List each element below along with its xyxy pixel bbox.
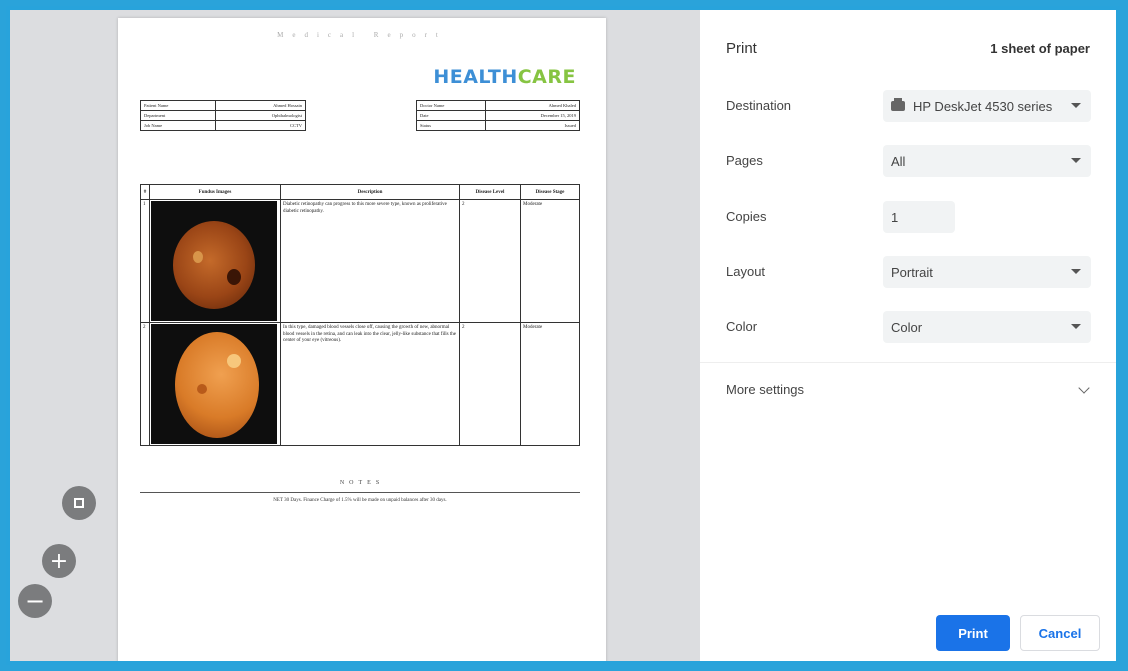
- print-settings-panel: Print 1 sheet of paper Destination HP De…: [700, 10, 1116, 661]
- column-header: Disease Level: [459, 184, 521, 200]
- healthcare-logo: HEALTHCARE: [433, 66, 576, 88]
- panel-title: Print: [726, 40, 757, 57]
- destination-label: Destination: [726, 98, 792, 113]
- copies-label: Copies: [726, 209, 767, 224]
- row-disease-stage: Moderate: [520, 199, 580, 323]
- pages-select[interactable]: All: [883, 145, 1091, 177]
- color-label: Color: [726, 319, 758, 334]
- doctor-info-table: Doctor Name Ahmed Khaled Date December 15,…: [415, 100, 580, 131]
- column-header: Description: [280, 184, 460, 200]
- zoom-in-icon[interactable]: +: [42, 544, 76, 578]
- printer-icon: [891, 98, 905, 111]
- fundus-table: # Fundus Images Description Disease Leve…: [140, 184, 580, 446]
- pages-value: All: [891, 153, 906, 169]
- print-dialog: Medical Report HEALTHCARE Patient Name Ah…: [6, 6, 1120, 665]
- print-preview: Medical Report HEALTHCARE Patient Name Ah…: [10, 10, 700, 661]
- destination-select[interactable]: HP DeskJet 4530 series: [883, 90, 1091, 122]
- column-header: #: [140, 184, 150, 200]
- info-value: CCTV: [215, 120, 306, 131]
- fundus-image-cell: [149, 199, 281, 323]
- table-row: 2 In this type, damaged blood vessels cl…: [140, 322, 580, 446]
- chevron-down-icon: [1071, 158, 1081, 163]
- row-description: Diabetic retinopathy can progress to thi…: [280, 199, 460, 323]
- info-value: Issued: [485, 120, 580, 131]
- report-title: Medical Report: [277, 31, 447, 39]
- color-value: Color: [891, 319, 923, 335]
- fundus-image: [151, 201, 277, 321]
- table-row: 1 Diabetic retinopathy can progress to t…: [140, 199, 580, 323]
- row-number: 2: [140, 322, 150, 446]
- info-label: Job Name: [139, 120, 217, 131]
- info-label: Doctor Name: [415, 100, 487, 111]
- preview-page: Medical Report HEALTHCARE Patient Name Ah…: [118, 18, 606, 661]
- layout-label: Layout: [726, 264, 766, 279]
- chevron-down-icon[interactable]: [1078, 382, 1090, 394]
- column-header: Fundus Images: [149, 184, 281, 200]
- fundus-image-cell: [149, 322, 281, 446]
- info-label: Department: [139, 110, 217, 121]
- info-label: Date: [415, 110, 487, 121]
- info-label: Patient Name: [139, 100, 217, 111]
- logo-part-health: HEALTH: [433, 66, 518, 88]
- chevron-down-icon: [1071, 269, 1081, 274]
- info-label: Status: [415, 120, 487, 131]
- pages-label: Pages: [726, 153, 763, 168]
- chevron-down-icon: [1071, 103, 1081, 108]
- row-number: 1: [140, 199, 150, 323]
- info-value: Ahmed Hossain: [215, 100, 306, 111]
- fundus-image: [151, 324, 277, 444]
- row-description: In this type, damaged blood vessels clos…: [280, 322, 460, 446]
- info-value: Ahmed Khaled: [485, 100, 580, 111]
- fit-to-page-icon[interactable]: [62, 486, 96, 520]
- notes-text: NET 30 Days. Finance Charge of 1.5% will…: [273, 498, 447, 503]
- info-value: December 15, 2019: [485, 110, 580, 121]
- row-disease-level: 2: [459, 322, 521, 446]
- layout-select[interactable]: Portrait: [883, 256, 1091, 288]
- chevron-down-icon: [1071, 324, 1081, 329]
- print-button[interactable]: Print: [936, 615, 1010, 651]
- logo-part-care: CARE: [517, 66, 576, 88]
- retina-photo: [173, 221, 255, 309]
- notes-divider: [140, 492, 580, 493]
- layout-value: Portrait: [891, 264, 933, 280]
- row-disease-stage: Moderate: [520, 322, 580, 446]
- column-header: Disease Stage: [520, 184, 580, 200]
- zoom-out-icon[interactable]: −: [18, 584, 52, 618]
- copies-input[interactable]: 1: [883, 201, 955, 233]
- cancel-button[interactable]: Cancel: [1020, 615, 1100, 651]
- panel-divider: [700, 362, 1116, 363]
- notes-title: NOTES: [339, 480, 385, 486]
- color-select[interactable]: Color: [883, 311, 1091, 343]
- destination-value: HP DeskJet 4530 series: [913, 98, 1053, 114]
- retina-photo: [175, 332, 259, 438]
- row-disease-level: 2: [459, 199, 521, 323]
- more-settings-toggle[interactable]: More settings: [726, 382, 804, 397]
- sheet-count: 1 sheet of paper: [990, 41, 1090, 56]
- patient-info-table: Patient Name Ahmed Hossain Department Opht…: [139, 100, 306, 131]
- info-value: Ophthalmologist: [215, 110, 306, 121]
